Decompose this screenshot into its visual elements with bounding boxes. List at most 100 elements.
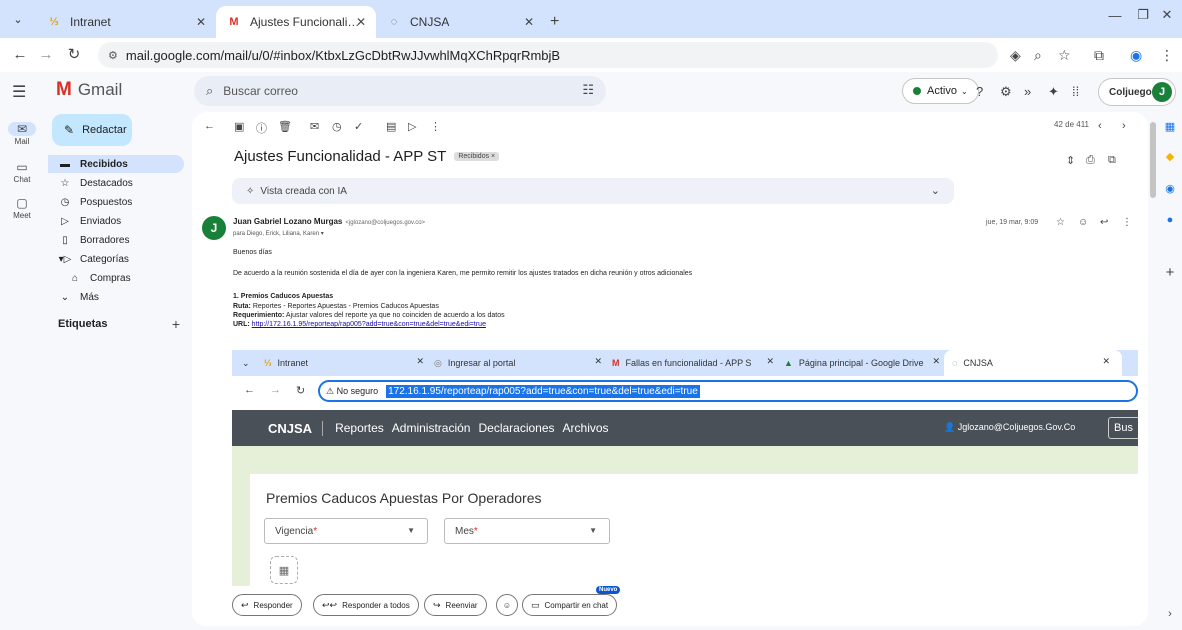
- chat-icon: ▭: [16, 160, 28, 174]
- snooze-icon[interactable]: ◷: [332, 120, 342, 133]
- chevron-right-icon[interactable]: ›: [1164, 608, 1176, 620]
- print-icon[interactable]: ⎙: [1086, 154, 1095, 167]
- address-bar[interactable]: ⚙ mail.google.com/mail/u/0/#inbox/KtbxLz…: [98, 42, 998, 68]
- gmail-logo[interactable]: M Gmail: [56, 79, 122, 101]
- browser-tab-cnjsa[interactable]: ◌ CNJSA ✕: [376, 6, 544, 38]
- main-menu-icon[interactable]: ☰: [12, 82, 26, 102]
- report-link[interactable]: http://172.16.1.95/reporteap/rap005?add=…: [252, 321, 486, 328]
- rail-label: Chat: [13, 175, 31, 184]
- rail-label: Mail: [14, 137, 30, 146]
- contacts-icon[interactable]: ●: [1164, 214, 1176, 226]
- embedded-tab-title: Ingresar al portal: [447, 358, 516, 368]
- gmail-icon: M: [229, 16, 239, 28]
- compose-button[interactable]: ✎ Redactar: [52, 114, 132, 146]
- add-task-icon[interactable]: ✓: [354, 120, 363, 133]
- back-icon[interactable]: ←: [6, 46, 34, 63]
- close-icon[interactable]: ✕: [356, 15, 366, 29]
- close-window-icon[interactable]: ✕: [1144, 0, 1182, 30]
- new-window-icon[interactable]: ⧉: [1108, 154, 1116, 167]
- older-icon[interactable]: ›: [1122, 120, 1126, 132]
- search-icon[interactable]: ⌕: [206, 83, 213, 99]
- new-tab-button[interactable]: +: [550, 6, 559, 38]
- browser-menu-icon[interactable]: ⋮: [1160, 47, 1174, 64]
- label-chip[interactable]: Recibidos ×: [454, 152, 500, 161]
- close-icon: ✕: [1102, 356, 1110, 366]
- labels-icon[interactable]: ▷: [408, 120, 416, 133]
- browser-tab-gmail[interactable]: M Ajustes Funcionalidad - APP ST ✕: [216, 6, 376, 38]
- share-chat-button[interactable]: ▭ Compartir en chat: [522, 594, 618, 616]
- ai-view-banner[interactable]: ✧ Vista creada con IA ⌄: [232, 178, 954, 204]
- reply-icon[interactable]: ↩: [1100, 217, 1108, 228]
- extensions-icon[interactable]: ⧉: [1094, 47, 1104, 64]
- back-to-inbox-icon[interactable]: ←: [204, 120, 215, 132]
- cnjsa-user: 👤 Jglozano@Coljuegos.Gov.Co: [944, 422, 1076, 432]
- apps-grid-icon[interactable]: ⁞⁞: [1072, 84, 1079, 99]
- report-panel: Premios Caducos Apuestas Por Operadores …: [250, 474, 1138, 586]
- gemini-icon[interactable]: »: [1024, 84, 1031, 99]
- nav-label: Categorías: [80, 253, 129, 265]
- reply-button[interactable]: ↩ Responder: [232, 594, 302, 616]
- nav-item-mas[interactable]: ⌄ Más: [48, 288, 184, 306]
- nav-label: Recibidos: [80, 158, 128, 170]
- report-spam-icon[interactable]: ⓘ: [256, 120, 267, 136]
- tab-title: CNJSA: [410, 15, 450, 29]
- keep-icon[interactable]: ◆: [1164, 150, 1176, 163]
- chevron-down-icon[interactable]: ⌄: [931, 184, 940, 197]
- calendar-icon[interactable]: ▦: [1164, 120, 1176, 133]
- close-icon[interactable]: ✕: [524, 15, 534, 29]
- zoom-icon[interactable]: ⌕: [1034, 47, 1042, 64]
- tasks-icon[interactable]: ◉: [1164, 182, 1176, 195]
- rail-chat[interactable]: ▭ Chat: [0, 160, 44, 184]
- tab-search-icon[interactable]: ⌄: [0, 0, 36, 38]
- settings-icon[interactable]: ⚙: [1000, 84, 1012, 100]
- help-icon[interactable]: ?: [976, 84, 983, 99]
- nav-item-borradores[interactable]: ▯ Borradores: [48, 231, 184, 249]
- vigencia-label: Vigencia: [275, 525, 314, 537]
- close-icon[interactable]: ✕: [196, 15, 206, 29]
- emoji-icon[interactable]: ☺: [1078, 217, 1088, 228]
- move-to-icon[interactable]: ▤: [386, 120, 396, 133]
- mark-unread-icon[interactable]: ✉: [310, 120, 319, 133]
- search-options-icon[interactable]: ☷: [582, 82, 594, 98]
- nav-item-categorias[interactable]: ▾▷ Categorías: [48, 250, 184, 268]
- recipients[interactable]: para Diego, Erick, Liliana, Karen ▾: [233, 230, 324, 237]
- add-label-icon[interactable]: +: [172, 316, 180, 332]
- chevron-down-icon: ⌄: [60, 291, 70, 303]
- star-icon[interactable]: ☆: [1056, 217, 1065, 228]
- emoji-button[interactable]: ☺: [496, 594, 518, 616]
- browser-tab-intranet[interactable]: ⅓ Intranet ✕: [36, 6, 216, 38]
- spark-icon[interactable]: ✦: [1048, 84, 1059, 100]
- forward-icon[interactable]: →: [32, 46, 60, 63]
- nav-item-compras[interactable]: ⌂ Compras: [48, 269, 184, 287]
- bookmark-star-icon[interactable]: ☆: [1058, 47, 1071, 64]
- account-button[interactable]: Coljuegos J: [1098, 78, 1176, 106]
- embedded-tab-title: Fallas en funcionalidad - APP S: [625, 358, 752, 368]
- expand-all-icon[interactable]: ⇕: [1066, 154, 1075, 167]
- more-options-icon[interactable]: ⋮: [1122, 217, 1132, 228]
- url-label: URL:: [233, 321, 250, 328]
- profile-icon[interactable]: ◉: [1130, 47, 1142, 64]
- site-info-icon[interactable]: ⚙: [108, 49, 118, 62]
- delete-icon[interactable]: 🗑: [278, 120, 292, 133]
- nav-item-destacados[interactable]: ☆ Destacados: [48, 174, 184, 192]
- forward-button[interactable]: ↪ Reenviar: [424, 594, 487, 616]
- reload-icon[interactable]: ↻: [60, 45, 88, 63]
- add-addon-icon[interactable]: +: [1164, 264, 1176, 281]
- search-bar[interactable]: ⌕ Buscar correo ☷: [194, 76, 606, 106]
- nav-item-recibidos[interactable]: ▬ Recibidos: [48, 155, 184, 173]
- nav-item-enviados[interactable]: ▷ Enviados: [48, 212, 184, 230]
- reply-all-button[interactable]: ↩↩ Responder a todos: [313, 594, 419, 616]
- sender-name[interactable]: Juan Gabriel Lozano Murgas: [233, 217, 342, 226]
- scrollbar[interactable]: [1150, 122, 1156, 198]
- status-selector[interactable]: Activo ⌄: [902, 78, 979, 104]
- rail-mail[interactable]: ✉ Mail: [0, 122, 44, 146]
- rail-meet[interactable]: ▢ Meet: [0, 196, 44, 220]
- archive-icon[interactable]: ▣: [234, 120, 244, 133]
- newer-icon[interactable]: ‹: [1098, 120, 1102, 132]
- lens-icon[interactable]: ◈: [1010, 47, 1021, 64]
- search-input[interactable]: Buscar correo: [223, 84, 298, 98]
- more-options-icon[interactable]: ⋮: [430, 120, 441, 133]
- embedded-tab: ⅓ Intranet ✕: [264, 350, 424, 376]
- intranet-logo-icon: ⅓: [49, 16, 59, 28]
- nav-item-pospuestos[interactable]: ◷ Pospuestos: [48, 193, 184, 211]
